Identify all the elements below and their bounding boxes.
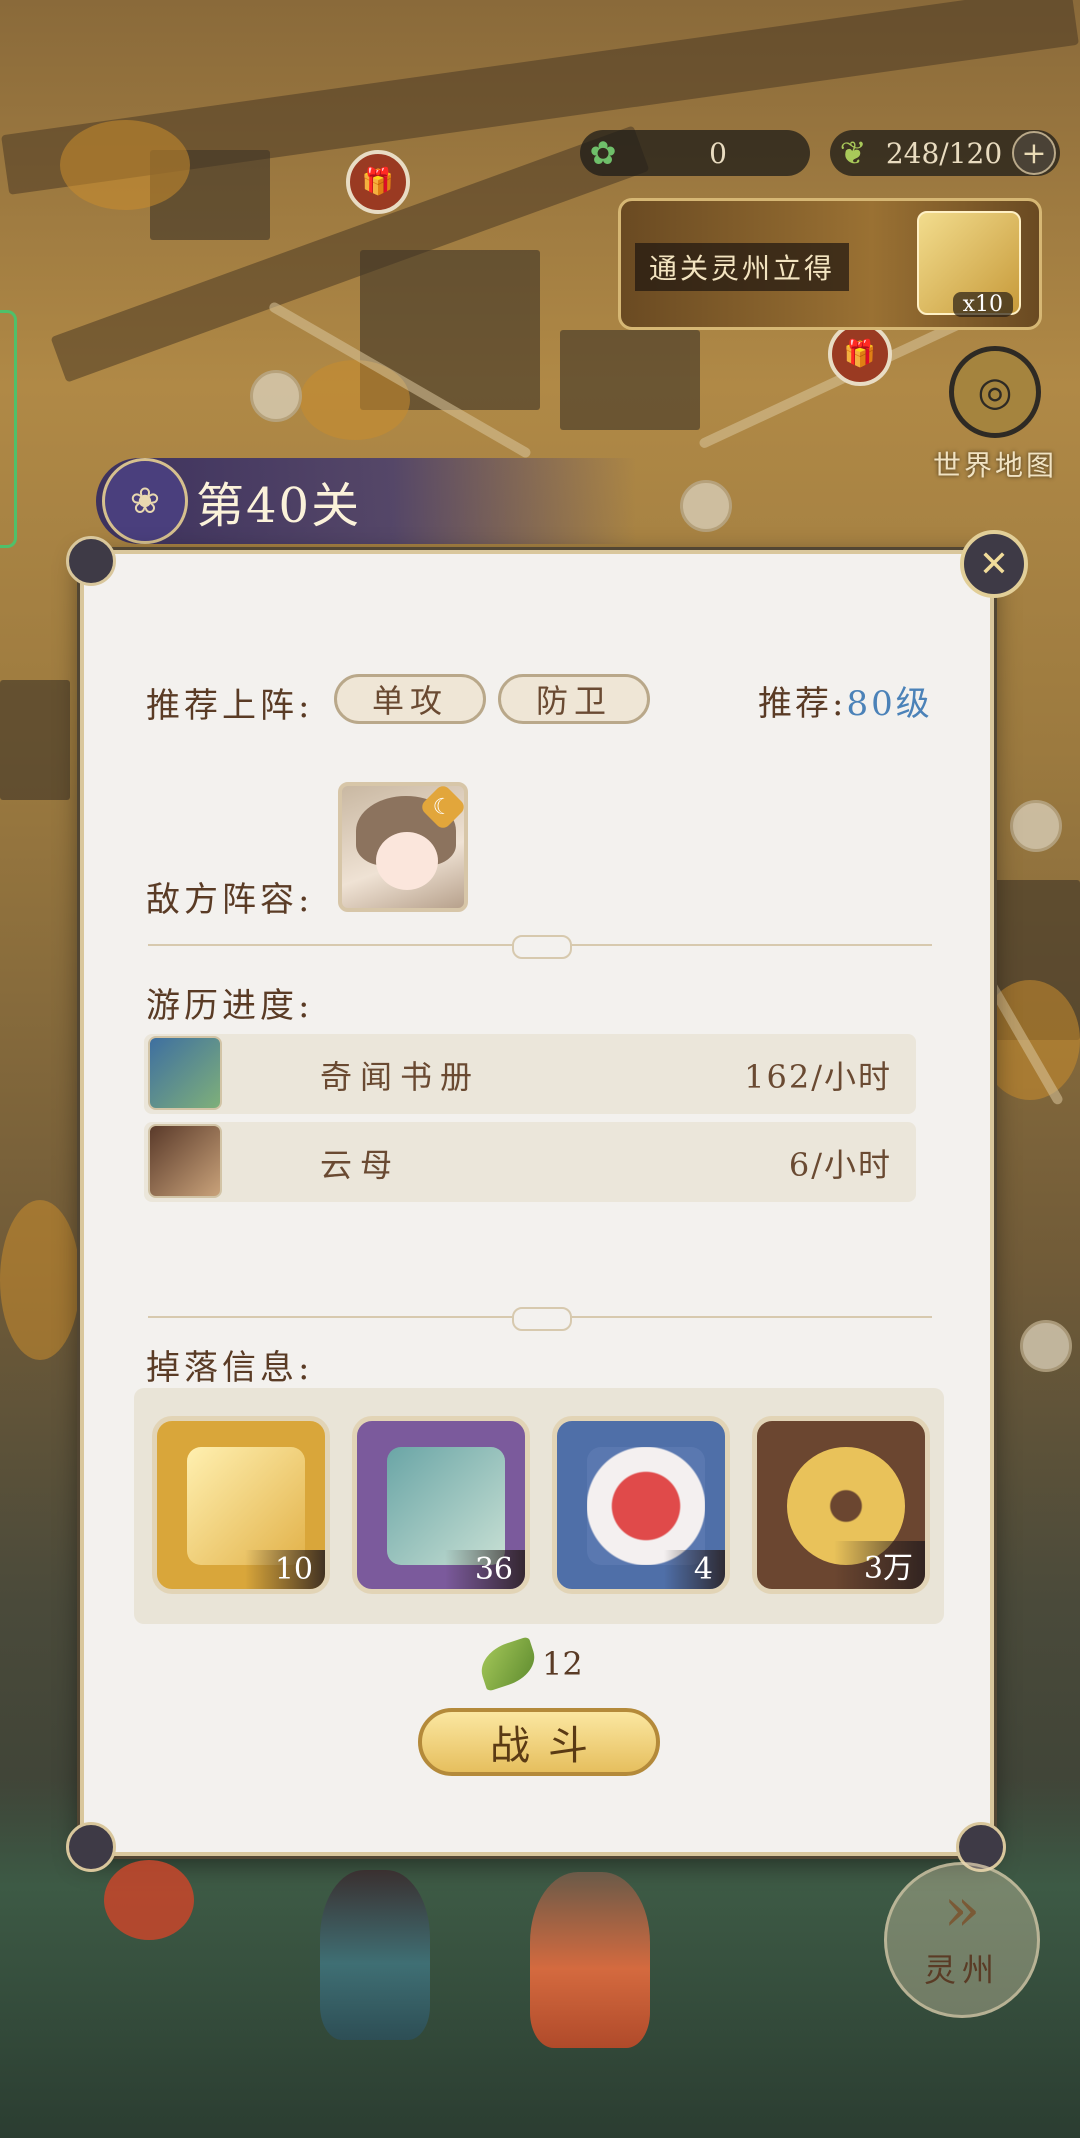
hero-character[interactable] xyxy=(320,1870,430,2040)
add-stamina-button[interactable]: + xyxy=(1012,131,1056,175)
fight-button[interactable]: 战斗 xyxy=(418,1708,660,1776)
drop-qty: 36 xyxy=(444,1550,525,1589)
purple-book-icon xyxy=(387,1447,505,1565)
reward-banner-text: 通关灵州立得 xyxy=(635,243,850,291)
divider xyxy=(148,1307,932,1331)
progress-item-name: 奇闻书册 xyxy=(320,1058,481,1096)
progress-item-rate: 6/小时 xyxy=(788,1146,892,1184)
world-map-button[interactable]: ◎ 世界地图 xyxy=(930,346,1060,484)
house xyxy=(0,680,70,800)
map-waypoint[interactable] xyxy=(680,480,732,532)
bamboo-icon: ✿ xyxy=(589,134,617,172)
fast-forward-icon: » xyxy=(943,1875,981,1945)
red-bowl-icon xyxy=(587,1447,705,1565)
drop-qty: 3万 xyxy=(833,1541,925,1589)
reward-count: x10 xyxy=(952,292,1013,317)
mica-icon xyxy=(148,1124,222,1198)
bamboo-resource: ✿ 0 xyxy=(580,130,810,176)
map-waypoint[interactable] xyxy=(250,370,302,422)
panel-corner-ornament xyxy=(66,536,116,586)
stamina-value: 248/120 xyxy=(885,136,1003,170)
gift-node-icon[interactable]: 🎁 xyxy=(828,322,892,386)
region-label: 灵州 xyxy=(923,1951,1000,1989)
stamina-resource: ❦ 248/120 + xyxy=(830,130,1060,176)
enemy-lineup-label: 敌方阵容: xyxy=(146,880,314,920)
stamina-cost: 12 xyxy=(475,1636,583,1692)
panel-corner-ornament xyxy=(66,1822,116,1872)
progress-row: 奇闻书册 162/小时 xyxy=(144,1034,916,1114)
recommended-level: 推荐:80级 xyxy=(758,676,933,725)
stage-title: 第40关 xyxy=(196,478,362,534)
divider xyxy=(148,935,932,959)
drop-item[interactable]: 3万 xyxy=(752,1416,930,1594)
house xyxy=(560,330,700,430)
tree xyxy=(60,120,190,210)
progress-label: 游历进度: xyxy=(146,986,314,1026)
tree xyxy=(0,1200,80,1360)
recommend-label: 推荐上阵: xyxy=(146,686,314,726)
gift-node-icon[interactable]: 🎁 xyxy=(346,150,410,214)
world-map-label: 世界地图 xyxy=(932,449,1057,482)
leaf-icon: ❦ xyxy=(839,134,867,172)
region-button[interactable]: » 灵州 xyxy=(884,1862,1040,2018)
enemy-portrait[interactable]: ☾ xyxy=(338,782,468,912)
drops-label: 掉落信息: xyxy=(146,1348,314,1388)
map-waypoint[interactable] xyxy=(1010,800,1062,852)
progress-row: 云母 6/小时 xyxy=(144,1122,916,1202)
golden-scroll-icon xyxy=(187,1447,305,1565)
drop-item[interactable]: 36 xyxy=(352,1416,530,1594)
drop-item[interactable]: 4 xyxy=(552,1416,730,1594)
lantern xyxy=(104,1860,194,1940)
drop-qty: 10 xyxy=(244,1550,325,1589)
recommend-level-value: 80级 xyxy=(846,684,933,724)
divider-ornament xyxy=(512,935,572,959)
portrait-face xyxy=(376,832,438,890)
drop-qty: 4 xyxy=(663,1550,725,1589)
stamina-cost-value: 12 xyxy=(542,1645,583,1683)
role-tag-defense: 防卫 xyxy=(498,674,650,724)
drop-list: 10 36 4 3万 xyxy=(134,1388,944,1624)
clear-reward-banner[interactable]: 通关灵州立得 x10 xyxy=(618,198,1042,330)
stage-emblem-icon: ❀ xyxy=(102,458,188,544)
recommend-level-label: 推荐: xyxy=(758,684,847,724)
stage-title-banner: ❀ 第40关 xyxy=(96,458,636,544)
progress-item-name: 云母 xyxy=(320,1146,401,1184)
close-button[interactable]: ✕ xyxy=(960,530,1028,598)
close-icon: ✕ xyxy=(978,543,1010,585)
book-icon xyxy=(148,1036,222,1110)
progress-item-rate: 162/小时 xyxy=(744,1058,892,1096)
map-waypoint[interactable] xyxy=(1020,1320,1072,1372)
divider-ornament xyxy=(512,1307,572,1331)
companion-character[interactable] xyxy=(530,1872,650,2048)
world-map-icon: ◎ xyxy=(949,346,1041,438)
leaf-stamina-icon xyxy=(475,1636,541,1692)
drop-item[interactable]: 10 xyxy=(152,1416,330,1594)
role-tag-single-attack: 单攻 xyxy=(334,674,486,724)
bamboo-value: 0 xyxy=(709,136,727,170)
side-tab[interactable] xyxy=(0,310,17,548)
